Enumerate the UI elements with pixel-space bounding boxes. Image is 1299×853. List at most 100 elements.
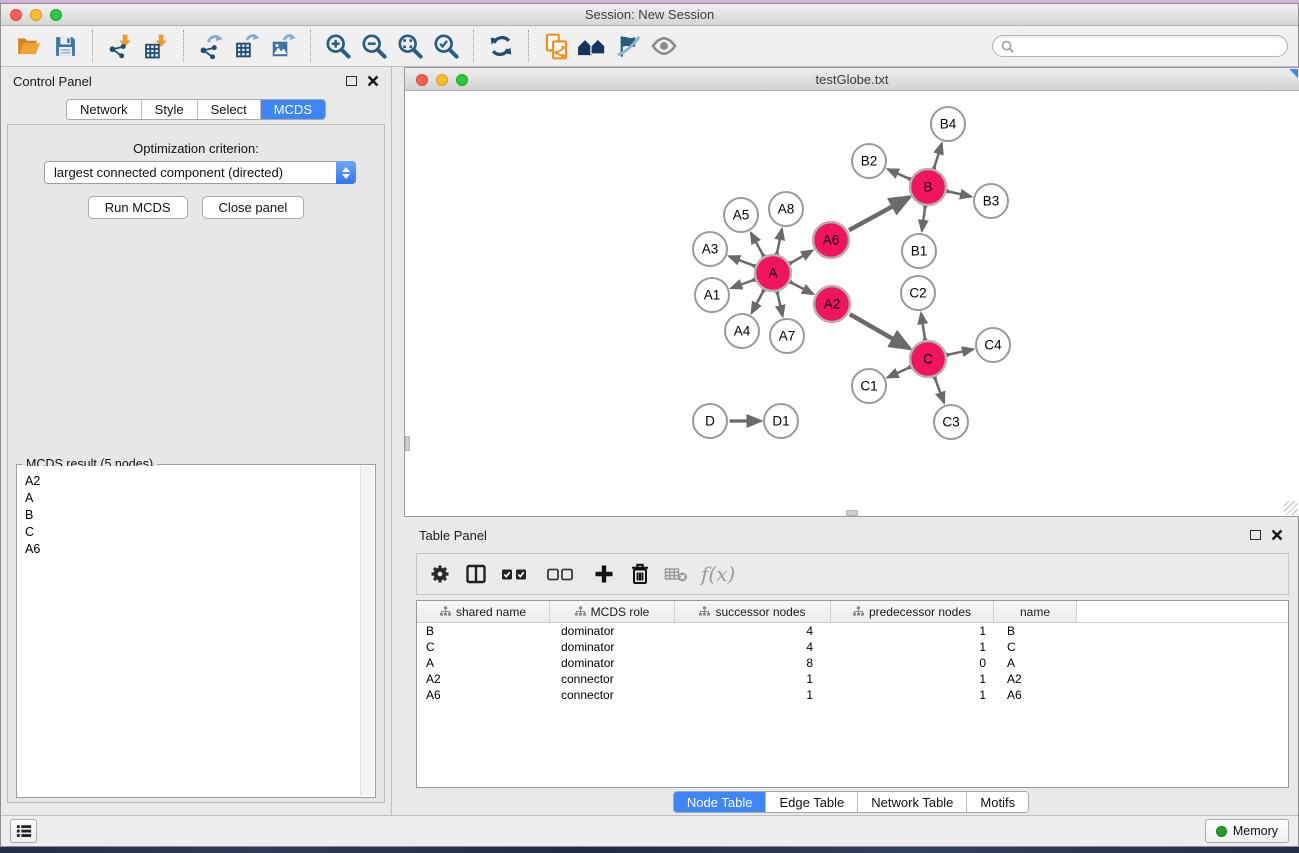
table-row[interactable]: A2connector11A2 — [417, 671, 1288, 687]
table-cell[interactable]: dominator — [550, 640, 675, 654]
hide-selected-icon[interactable] — [610, 29, 646, 63]
table-cell[interactable]: 1 — [831, 688, 994, 702]
table-cell[interactable]: connector — [550, 688, 675, 702]
table-cell[interactable]: A2 — [417, 672, 550, 686]
table-cell[interactable]: 0 — [831, 656, 994, 670]
table-cell[interactable]: C — [417, 640, 550, 654]
zoom-in-icon[interactable] — [320, 29, 356, 63]
zoom-window-button[interactable] — [50, 9, 62, 21]
memory-button[interactable]: Memory — [1205, 819, 1289, 843]
table-row[interactable]: A6connector11A6 — [417, 687, 1288, 703]
table-cell[interactable]: B — [994, 624, 1077, 638]
table-cell[interactable]: 1 — [675, 672, 831, 686]
task-history-button[interactable] — [10, 819, 37, 843]
show-all-icon[interactable] — [646, 29, 682, 63]
column-header-successor-nodes[interactable]: successor nodes — [675, 601, 831, 622]
column-header-name[interactable]: name — [994, 601, 1077, 622]
zoom-network-button[interactable] — [456, 74, 468, 86]
edge-B-B4[interactable] — [934, 144, 942, 168]
mcds-result-item[interactable]: B — [18, 506, 360, 523]
table-cell[interactable]: dominator — [550, 656, 675, 670]
new-network-from-selection-icon[interactable] — [538, 29, 574, 63]
network-graph[interactable]: B4B2BB3A8A5A6A3B1AC2A1A2A4A7C4CC1C3DD1 — [405, 91, 1299, 515]
window-resize-grip[interactable] — [1284, 501, 1298, 515]
table-cell[interactable]: A6 — [994, 688, 1077, 702]
function-builder-icon[interactable]: f(x) — [701, 562, 735, 586]
column-header-MCDS-role[interactable]: MCDS role — [550, 601, 675, 622]
result-list-scrollbar[interactable] — [360, 466, 374, 796]
zoom-selected-icon[interactable] — [428, 29, 464, 63]
edge-B-B3[interactable] — [948, 191, 971, 196]
table-cell[interactable]: dominator — [550, 624, 675, 638]
delete-columns-icon[interactable] — [625, 559, 655, 589]
table-row[interactable]: Adominator80A — [417, 655, 1288, 671]
table-settings-icon[interactable] — [425, 559, 455, 589]
table-cell[interactable]: B — [417, 624, 550, 638]
edge-A-A8[interactable] — [777, 229, 782, 253]
reset-view-icon[interactable] — [574, 29, 610, 63]
birdseye-toggle-icon[interactable] — [1289, 69, 1298, 78]
mcds-result-item[interactable]: A2 — [18, 472, 360, 489]
run-mcds-button[interactable]: Run MCDS — [88, 196, 188, 219]
mcds-result-item[interactable]: C — [18, 523, 360, 540]
table-cell[interactable]: connector — [550, 672, 675, 686]
table-cell[interactable]: 8 — [675, 656, 831, 670]
delete-table-icon[interactable] — [661, 559, 691, 589]
vertical-scrollbar-thumb[interactable] — [405, 436, 410, 451]
export-network-icon[interactable] — [193, 29, 229, 63]
edge-A-A2[interactable] — [791, 283, 813, 295]
apply-layout-icon[interactable] — [483, 29, 519, 63]
edge-B-B1[interactable] — [922, 207, 925, 230]
edge-C-C3[interactable] — [935, 378, 944, 402]
close-panel-button[interactable]: Close panel — [202, 196, 305, 219]
edge-C-C4[interactable] — [948, 349, 973, 354]
open-session-icon[interactable] — [11, 29, 47, 63]
edge-A2-C[interactable] — [850, 314, 910, 348]
edge-A-A6[interactable] — [791, 251, 813, 263]
import-table-icon[interactable] — [138, 29, 174, 63]
float-panel-icon[interactable] — [346, 76, 357, 86]
search-box[interactable] — [992, 35, 1288, 57]
network-canvas[interactable]: B4B2BB3A8A5A6A3B1AC2A1A2A4A7C4CC1C3DD1 — [404, 91, 1299, 517]
mcds-result-item[interactable]: A6 — [18, 540, 360, 557]
zoom-out-icon[interactable] — [356, 29, 392, 63]
edge-A-A1[interactable] — [731, 280, 753, 288]
tab-mcds[interactable]: MCDS — [261, 100, 325, 119]
edge-A6-B[interactable] — [849, 197, 909, 230]
close-window-button[interactable] — [10, 9, 22, 21]
table-row[interactable]: Cdominator41C — [417, 639, 1288, 655]
edge-B-B2[interactable] — [888, 169, 909, 178]
zoom-fit-icon[interactable] — [392, 29, 428, 63]
edge-A-A5[interactable] — [751, 233, 763, 255]
tab-select[interactable]: Select — [198, 100, 261, 119]
table-cell[interactable]: A2 — [994, 672, 1077, 686]
table-cell[interactable]: C — [994, 640, 1077, 654]
minimize-network-button[interactable] — [436, 74, 448, 86]
tab-style[interactable]: Style — [142, 100, 198, 119]
edge-C-C2[interactable] — [921, 313, 925, 338]
dropdown-stepper-icon[interactable] — [336, 161, 356, 184]
table-cell[interactable]: A — [994, 656, 1077, 670]
search-input[interactable] — [1018, 39, 1279, 53]
table-cell[interactable]: 1 — [831, 672, 994, 686]
table-cell[interactable]: 1 — [831, 624, 994, 638]
select-all-columns-icon[interactable] — [497, 559, 537, 589]
close-panel-icon[interactable] — [367, 75, 379, 87]
edge-C-C1[interactable] — [888, 368, 910, 378]
close-network-button[interactable] — [416, 74, 428, 86]
table-cell[interactable]: 1 — [675, 688, 831, 702]
tab-motifs[interactable]: Motifs — [967, 792, 1028, 812]
import-network-icon[interactable] — [102, 29, 138, 63]
export-image-icon[interactable] — [265, 29, 301, 63]
edge-A-A7[interactable] — [777, 293, 782, 316]
horizontal-scrollbar-thumb[interactable] — [846, 510, 858, 516]
export-table-icon[interactable] — [229, 29, 265, 63]
tab-node-table[interactable]: Node Table — [674, 792, 767, 812]
add-column-icon[interactable] — [589, 559, 619, 589]
tab-edge-table[interactable]: Edge Table — [766, 792, 858, 812]
edge-A-A4[interactable] — [752, 291, 764, 313]
deselect-all-columns-icon[interactable] — [543, 559, 583, 589]
tab-network[interactable]: Network — [67, 100, 142, 119]
column-header-shared-name[interactable]: shared name — [417, 601, 550, 622]
column-header-predecessor-nodes[interactable]: predecessor nodes — [831, 601, 994, 622]
